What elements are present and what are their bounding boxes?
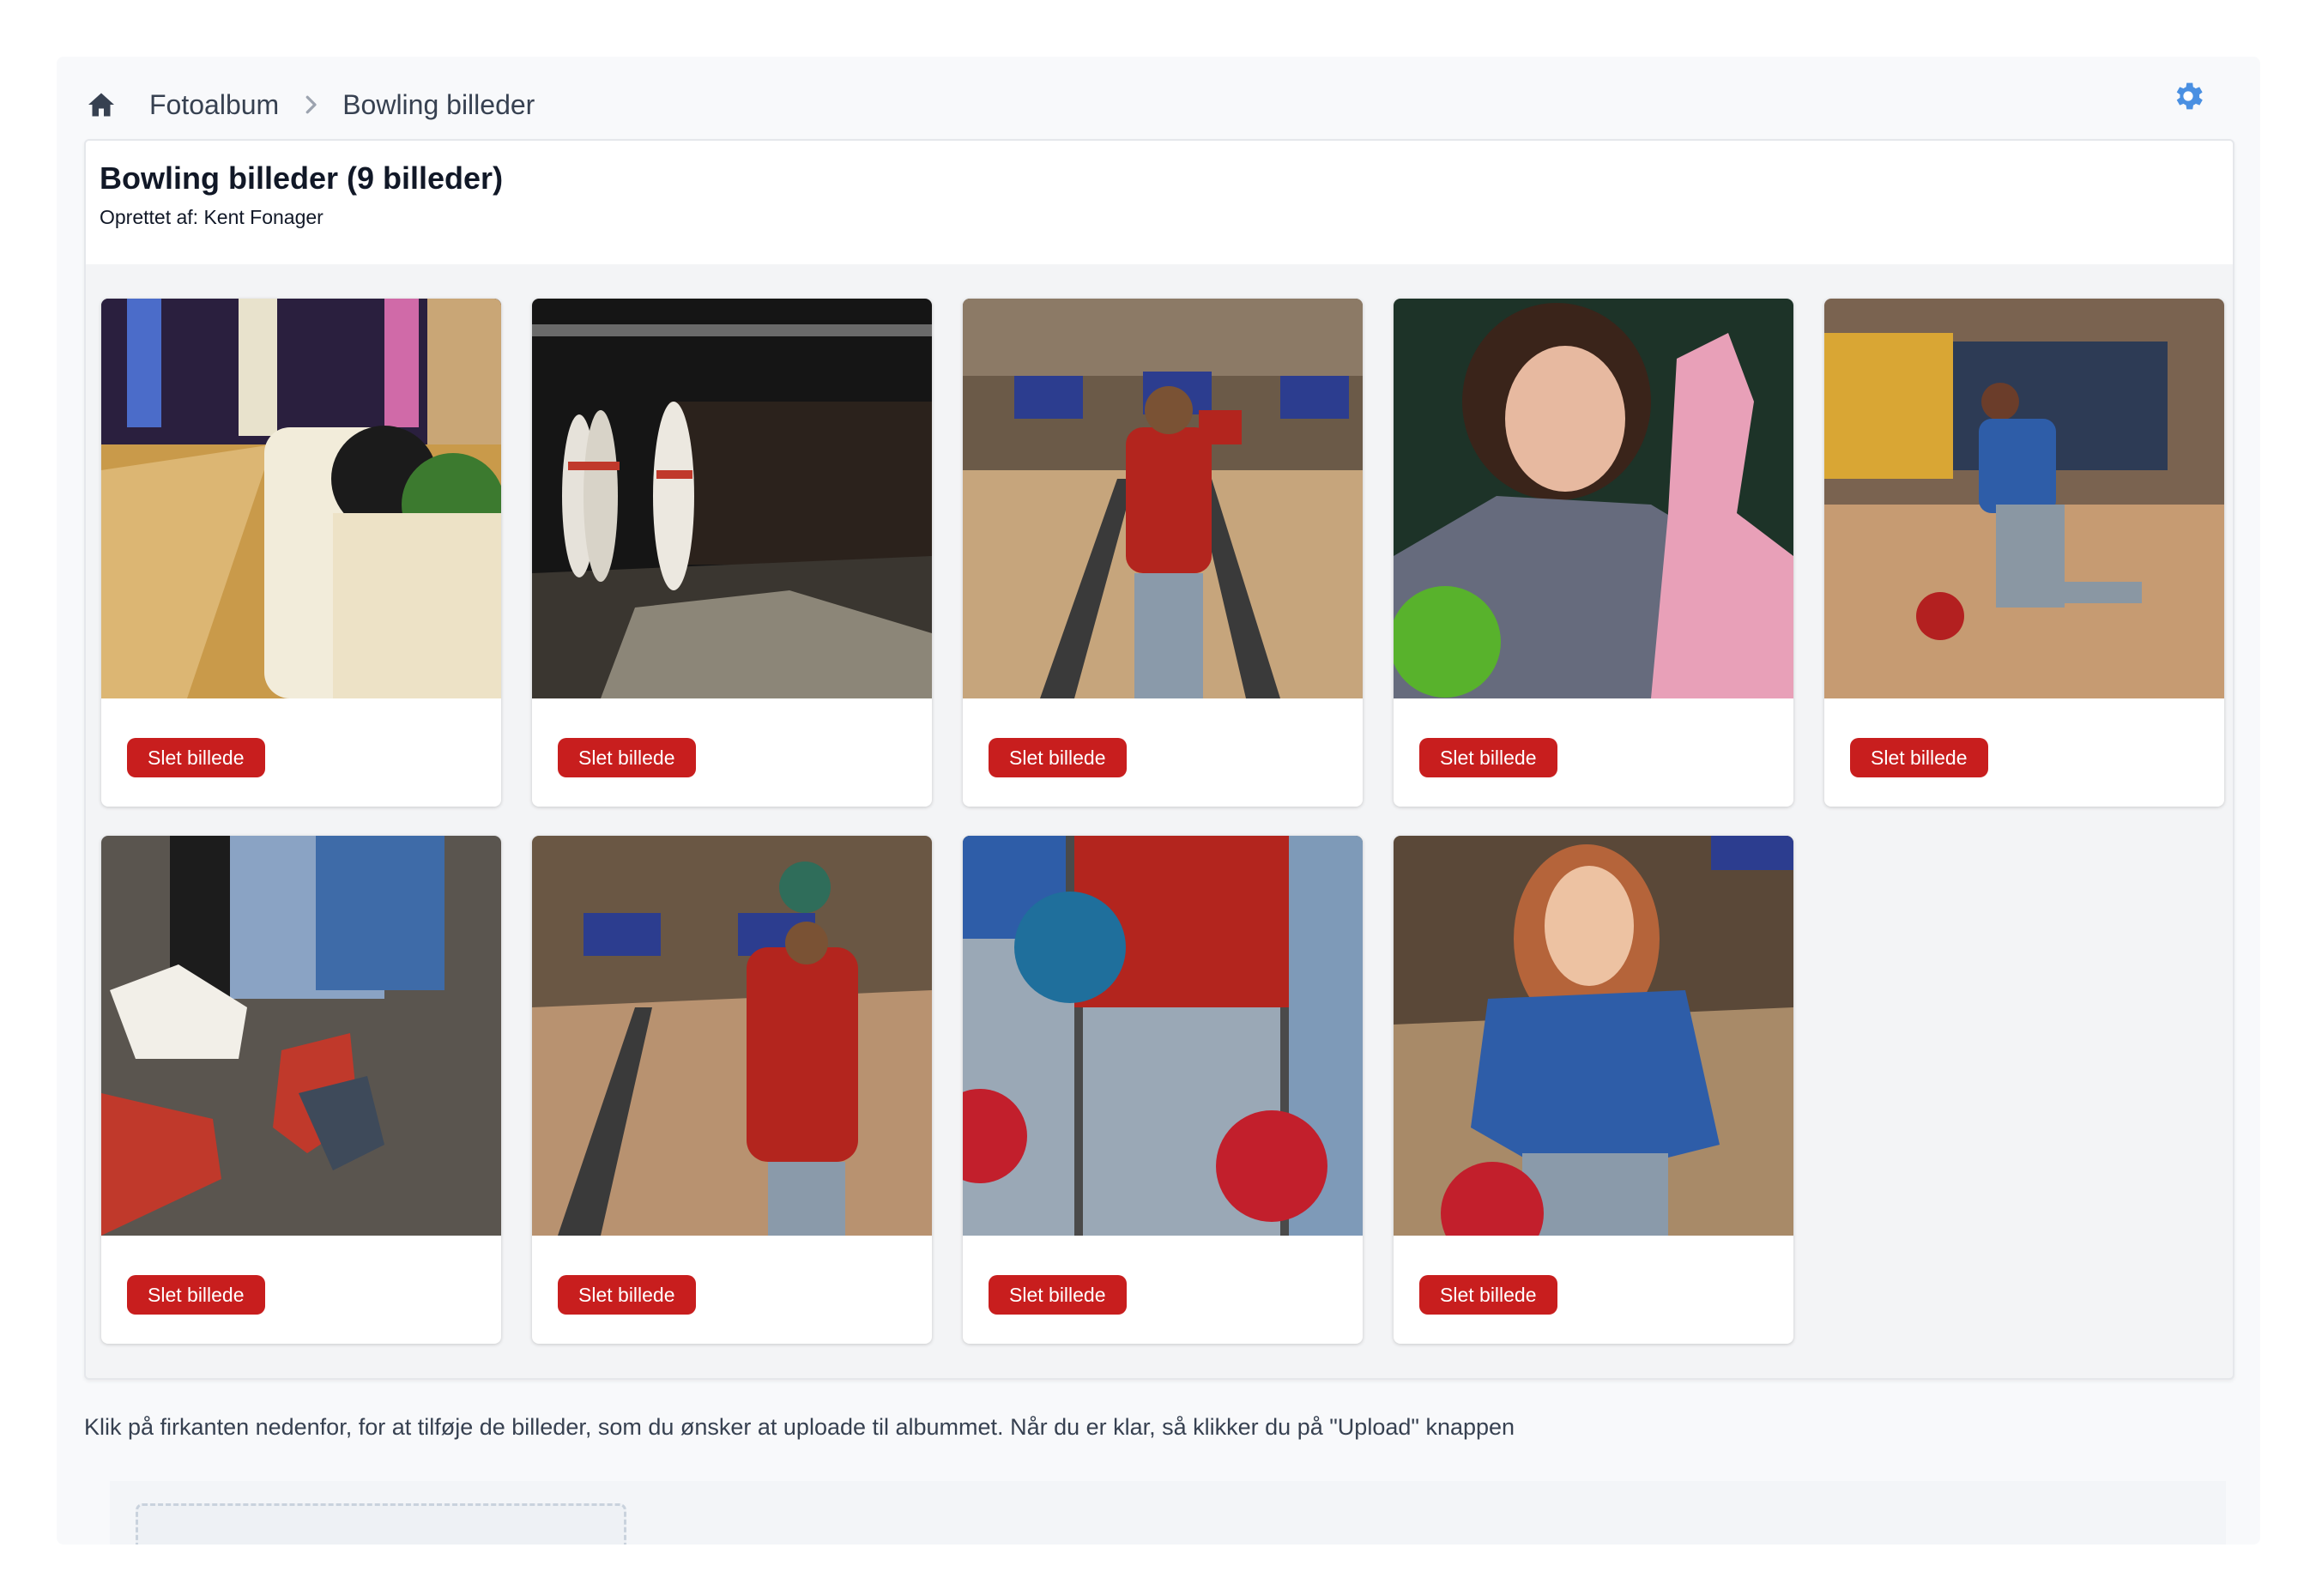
photo-woman-portrait[interactable] bbox=[1394, 836, 1793, 1236]
photo-high-five[interactable] bbox=[1394, 299, 1793, 698]
upload-area bbox=[110, 1481, 2226, 1545]
photo-card: Slet billede bbox=[532, 299, 932, 807]
upload-instructions: Klik på firkanten nedenfor, for at tilfø… bbox=[84, 1414, 1515, 1440]
photo-card: Slet billede bbox=[101, 836, 501, 1344]
delete-photo-button[interactable]: Slet billede bbox=[1850, 738, 1988, 777]
delete-photo-button[interactable]: Slet billede bbox=[558, 1275, 696, 1315]
photo-ball-return[interactable] bbox=[101, 299, 501, 698]
breadcrumb-fotoalbum[interactable]: Fotoalbum bbox=[149, 89, 279, 121]
breadcrumb-current: Bowling billeder bbox=[342, 88, 535, 120]
photo-man-bowling[interactable] bbox=[963, 299, 1363, 698]
photo-card: Slet billede bbox=[963, 299, 1363, 807]
photo-card: Slet billede bbox=[963, 836, 1363, 1344]
gear-icon[interactable] bbox=[2168, 76, 2209, 117]
album-title: Bowling billeder (9 billeder) bbox=[100, 160, 504, 196]
photo-woman-bowling[interactable] bbox=[1824, 299, 2224, 698]
photo-card: Slet billede bbox=[101, 299, 501, 807]
chevron-right-icon bbox=[298, 92, 324, 118]
album-creator: Oprettet af: Kent Fonager bbox=[100, 206, 324, 228]
delete-photo-button[interactable]: Slet billede bbox=[1419, 738, 1557, 777]
page-frame: Fotoalbum Bowling billeder Bowling bille… bbox=[57, 57, 2260, 1545]
photo-man-with-ball[interactable] bbox=[532, 836, 932, 1236]
delete-photo-button[interactable]: Slet billede bbox=[558, 738, 696, 777]
photo-card: Slet billede bbox=[532, 836, 932, 1344]
photo-card: Slet billede bbox=[1394, 836, 1793, 1344]
album-header: Bowling billeder (9 billeder) Oprettet a… bbox=[86, 141, 2233, 264]
delete-photo-button[interactable]: Slet billede bbox=[127, 1275, 265, 1315]
upload-dropzone[interactable] bbox=[136, 1503, 626, 1545]
delete-photo-button[interactable]: Slet billede bbox=[989, 738, 1127, 777]
breadcrumb: Fotoalbum Bowling billeder bbox=[86, 74, 535, 136]
delete-photo-button[interactable]: Slet billede bbox=[127, 738, 265, 777]
photo-bowling-shoes[interactable] bbox=[101, 836, 501, 1236]
delete-photo-button[interactable]: Slet billede bbox=[989, 1275, 1127, 1315]
photo-card: Slet billede bbox=[1394, 299, 1793, 807]
album-card: Bowling billeder (9 billeder) Oprettet a… bbox=[84, 139, 2234, 1380]
photo-bowling-pins[interactable] bbox=[532, 299, 932, 698]
photo-group-with-balls[interactable] bbox=[963, 836, 1363, 1236]
photo-card: Slet billede bbox=[1824, 299, 2224, 807]
delete-photo-button[interactable]: Slet billede bbox=[1419, 1275, 1557, 1315]
home-icon[interactable] bbox=[86, 89, 117, 120]
